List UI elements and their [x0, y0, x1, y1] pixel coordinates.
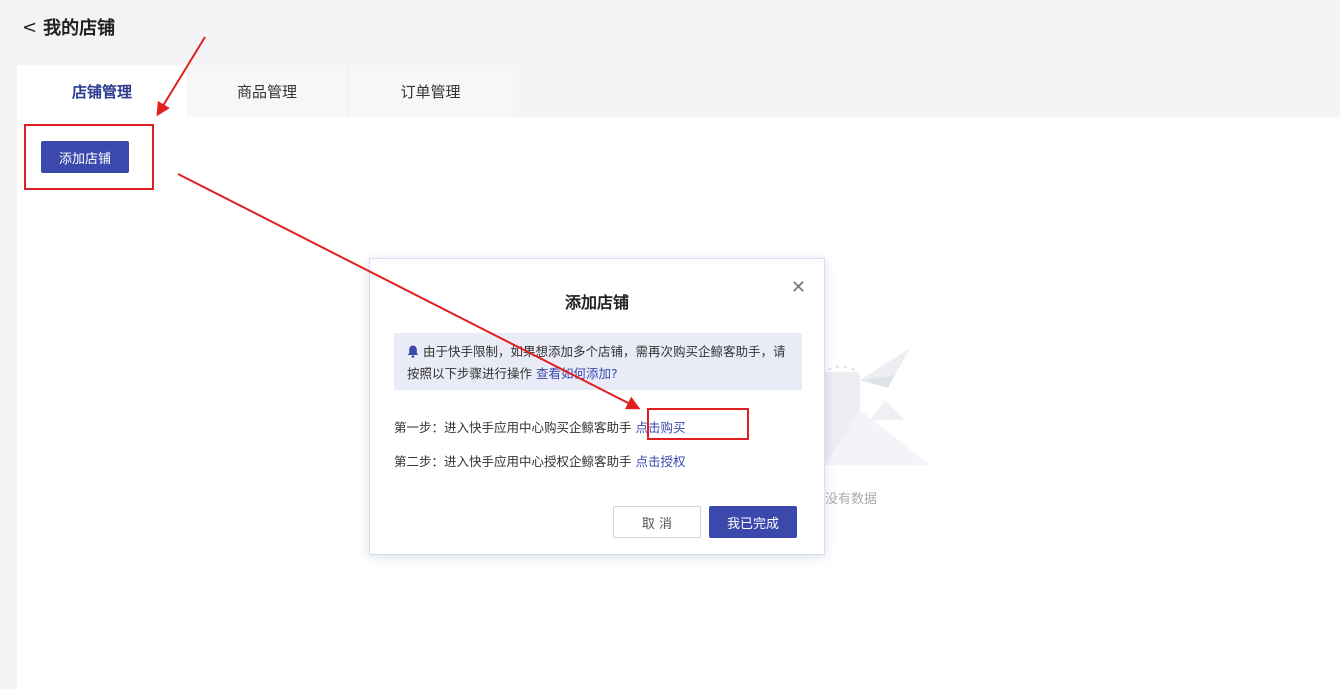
annotation-box-add-store	[24, 124, 154, 190]
tab-store-management[interactable]: 店铺管理	[17, 65, 187, 117]
tab-order-management[interactable]: 订单管理	[347, 65, 513, 117]
top-bar: < 我的店铺	[0, 0, 1340, 52]
close-icon[interactable]: ✕	[791, 277, 806, 298]
annotation-box-buy-link	[647, 408, 749, 440]
step-two: 第二步：进入快手应用中心授权企鲸客助手 点击授权	[394, 451, 686, 470]
back-button[interactable]: < 我的店铺	[22, 14, 115, 40]
step-one: 第一步：进入快手应用中心购买企鲸客助手 点击购买	[394, 417, 686, 436]
authorize-link[interactable]: 点击授权	[636, 454, 686, 469]
cancel-button[interactable]: 取 消	[613, 506, 701, 538]
notice-box: 由于快手限制，如果想添加多个店铺，需再次购买企鲸客助手，请按照以下步骤进行操作 …	[394, 333, 802, 390]
add-store-dialog: 添加店铺 ✕ 由于快手限制，如果想添加多个店铺，需再次购买企鲸客助手，请按照以下…	[369, 258, 825, 555]
bell-icon	[407, 344, 419, 364]
page-title: 我的店铺	[43, 18, 116, 39]
how-to-add-link[interactable]: 查看如何添加?	[536, 366, 618, 381]
tab-product-management[interactable]: 商品管理	[187, 65, 347, 117]
step-two-text: 第二步：进入快手应用中心授权企鲸客助手	[394, 454, 632, 469]
chevron-left-icon: <	[22, 16, 38, 38]
done-button[interactable]: 我已完成	[709, 506, 797, 538]
empty-state-text: 没有数据	[825, 492, 878, 507]
step-one-text: 第一步：进入快手应用中心购买企鲸客助手	[394, 420, 632, 435]
dialog-title: 添加店铺	[564, 293, 629, 312]
